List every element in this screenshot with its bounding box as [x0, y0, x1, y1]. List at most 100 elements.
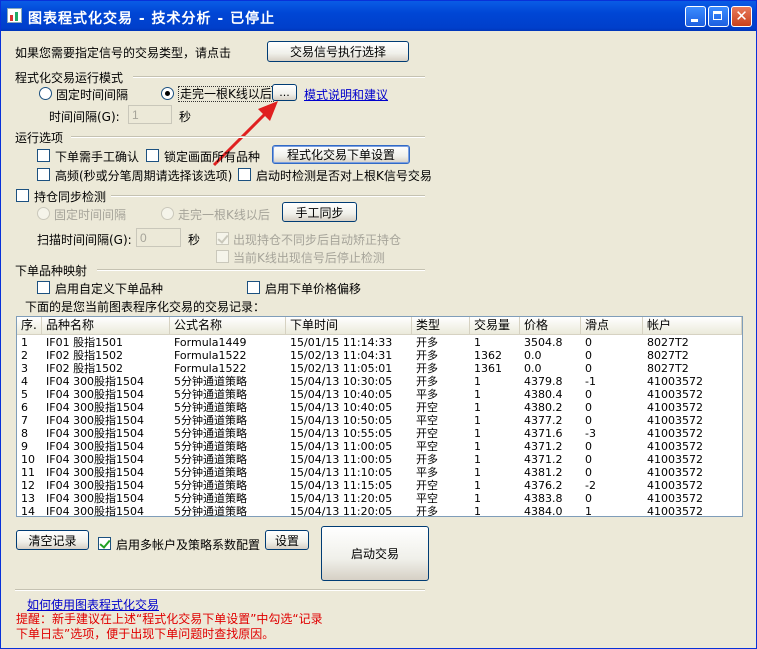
table-row[interactable]: 4 IF04 300股指1504 5分钟通道策略 15/04/13 10:30:05 开… — [17, 375, 742, 388]
custom-symbol-checkbox[interactable] — [37, 281, 50, 294]
table-cell: 41003572 — [647, 388, 703, 401]
start-trading-button[interactable]: 启动交易 — [321, 526, 429, 581]
column-header[interactable]: 帐户 — [643, 317, 742, 334]
table-cell: 5分钟通道策略 — [174, 453, 247, 466]
column-header[interactable]: 序. — [17, 317, 42, 334]
close-button[interactable]: ✕ — [731, 6, 752, 27]
table-row[interactable]: 1 IF01 股指1501 Formula1449 15/01/15 11:14:33… — [17, 336, 742, 349]
table-cell: 15/02/13 11:05:01 — [290, 362, 393, 375]
tip-line-1: 提醒：新手建议在上述“程式化交易下单设置”中勾选“记录 — [16, 612, 323, 626]
table-cell: 6 — [21, 401, 28, 414]
table-row[interactable]: 10 IF04 300股指1504 5分钟通道策略 15/04/13 11:00:05… — [17, 453, 742, 466]
multi-account-checkbox[interactable] — [98, 537, 111, 550]
table-row[interactable]: 6 IF04 300股指1504 5分钟通道策略 15/04/13 10:40:05 开… — [17, 401, 742, 414]
table-cell: 平多 — [416, 388, 438, 401]
table-row[interactable]: 3 IF02 股指1502 Formula1522 15/02/13 11:05:01… — [17, 362, 742, 375]
sync-kline-radio[interactable] — [161, 207, 174, 220]
window-title: 图表程式化交易 - 技术分析 - 已停止 — [28, 11, 276, 27]
signal-prompt: 如果您需要指定信号的交易类型，请点击 — [15, 46, 232, 60]
table-cell: 41003572 — [647, 401, 703, 414]
table-row[interactable]: 12 IF04 300股指1504 5分钟通道策略 15/04/13 11:15:05… — [17, 479, 742, 492]
signal-select-button[interactable]: 交易信号执行选择 — [267, 41, 409, 62]
auto-fix-checkbox[interactable] — [216, 232, 229, 245]
table-row[interactable]: 8 IF04 300股指1504 5分钟通道策略 15/04/13 10:55:05 开… — [17, 427, 742, 440]
mode-fixed-radio[interactable] — [39, 87, 52, 100]
column-header[interactable]: 类型 — [412, 317, 470, 334]
records-table[interactable]: 序. 品种名称 公式名称 下单时间 类型 交易量 价格 滑点 帐户 1 IF01 股指1501 Fo… — [16, 316, 743, 517]
mapping-divider — [97, 269, 425, 271]
table-cell: 0 — [585, 362, 592, 375]
column-header[interactable]: 品种名称 — [42, 317, 170, 334]
order-settings-button[interactable]: 程式化交易下单设置 — [272, 145, 410, 164]
column-header[interactable]: 滑点 — [581, 317, 643, 334]
sync-kline-label: 走完一根K线以后 — [178, 208, 270, 222]
table-row[interactable]: 11 IF04 300股指1504 5分钟通道策略 15/04/13 11:10:05… — [17, 466, 742, 479]
high-freq-checkbox[interactable] — [37, 168, 50, 181]
table-cell: 开多 — [416, 453, 438, 466]
table-cell: 4384.0 — [524, 505, 563, 517]
manual-confirm-checkbox[interactable] — [37, 149, 50, 162]
table-cell: 开多 — [416, 349, 438, 362]
sync-fixed-radio[interactable] — [37, 207, 50, 220]
manual-sync-button[interactable]: 手工同步 — [282, 202, 357, 222]
column-header[interactable]: 公式名称 — [170, 317, 286, 334]
table-row[interactable]: 13 IF04 300股指1504 5分钟通道策略 15/04/13 11:20:05… — [17, 492, 742, 505]
stop-detect-checkbox[interactable] — [216, 250, 229, 263]
startup-check-checkbox[interactable] — [238, 168, 251, 181]
table-cell: 1361 — [474, 362, 502, 375]
interval-input[interactable] — [128, 105, 172, 124]
table-cell: 0 — [585, 466, 592, 479]
table-row[interactable]: 14 IF04 300股指1504 5分钟通道策略 15/04/13 11:20:05… — [17, 505, 742, 517]
column-header[interactable]: 交易量 — [470, 317, 520, 334]
table-cell: 13 — [21, 492, 35, 505]
table-cell: 7 — [21, 414, 28, 427]
table-cell: 1 — [474, 479, 481, 492]
table-cell: 8027T2 — [647, 336, 689, 349]
table-cell: 41003572 — [647, 440, 703, 453]
table-cell: 15/02/13 11:04:31 — [290, 349, 393, 362]
table-cell: 4371.2 — [524, 453, 563, 466]
table-cell: 开空 — [416, 427, 438, 440]
minimize-button[interactable] — [685, 6, 706, 27]
table-cell: IF04 300股指1504 — [46, 466, 145, 479]
table-cell: 4376.2 — [524, 479, 563, 492]
table-cell: 1 — [474, 427, 481, 440]
table-cell: 0 — [585, 492, 592, 505]
maximize-icon — [709, 7, 728, 26]
table-row[interactable]: 2 IF02 股指1502 Formula1522 15/02/13 11:04:31… — [17, 349, 742, 362]
lock-all-checkbox[interactable] — [146, 149, 159, 162]
mode-kline-radio[interactable] — [161, 87, 174, 100]
table-row[interactable]: 9 IF04 300股指1504 5分钟通道策略 15/04/13 11:00:05 平… — [17, 440, 742, 453]
table-cell: 15/04/13 10:40:05 — [290, 401, 393, 414]
usage-help-link[interactable]: 如何使用图表程式化交易 — [27, 596, 159, 613]
sync-checkbox[interactable] — [16, 189, 29, 202]
price-offset-checkbox[interactable] — [247, 281, 260, 294]
table-cell: 15/04/13 11:00:05 — [290, 440, 393, 453]
table-row[interactable]: 7 IF04 300股指1504 5分钟通道策略 15/04/13 10:50:05 平… — [17, 414, 742, 427]
column-header[interactable]: 价格 — [520, 317, 581, 334]
table-row[interactable]: 5 IF04 300股指1504 5分钟通道策略 15/04/13 10:40:05 平… — [17, 388, 742, 401]
mode-divider — [133, 76, 425, 78]
scan-interval-label: 扫描时间间隔(G): — [37, 233, 132, 247]
table-cell: 开多 — [416, 336, 438, 349]
title-bar[interactable]: 图表程式化交易 - 技术分析 - 已停止 ✕ — [1, 1, 756, 31]
mode-help-link[interactable]: 模式说明和建议 — [304, 86, 388, 103]
table-cell: 5分钟通道策略 — [174, 427, 247, 440]
table-cell: 41003572 — [647, 427, 703, 440]
scan-interval-input[interactable] — [136, 228, 181, 247]
table-cell: 开多 — [416, 505, 438, 517]
table-cell: IF04 300股指1504 — [46, 388, 145, 401]
clear-records-button[interactable]: 清空记录 — [16, 530, 89, 550]
column-header[interactable]: 下单时间 — [286, 317, 412, 334]
table-cell: 4381.2 — [524, 466, 563, 479]
table-cell: 1 — [474, 414, 481, 427]
maximize-button[interactable] — [708, 6, 729, 27]
close-icon: ✕ — [735, 7, 748, 25]
multi-account-settings-button[interactable]: 设置 — [265, 530, 309, 550]
table-cell: 15/04/13 11:20:05 — [290, 492, 393, 505]
table-cell: 15/04/13 11:20:05 — [290, 505, 393, 517]
price-offset-label: 启用下单价格偏移 — [265, 282, 362, 296]
main-window: 图表程式化交易 - 技术分析 - 已停止 ✕ 如果您需要指定信号的交易类型，请点… — [0, 0, 757, 649]
table-cell: 4371.2 — [524, 440, 563, 453]
table-cell: 0.0 — [524, 349, 542, 362]
